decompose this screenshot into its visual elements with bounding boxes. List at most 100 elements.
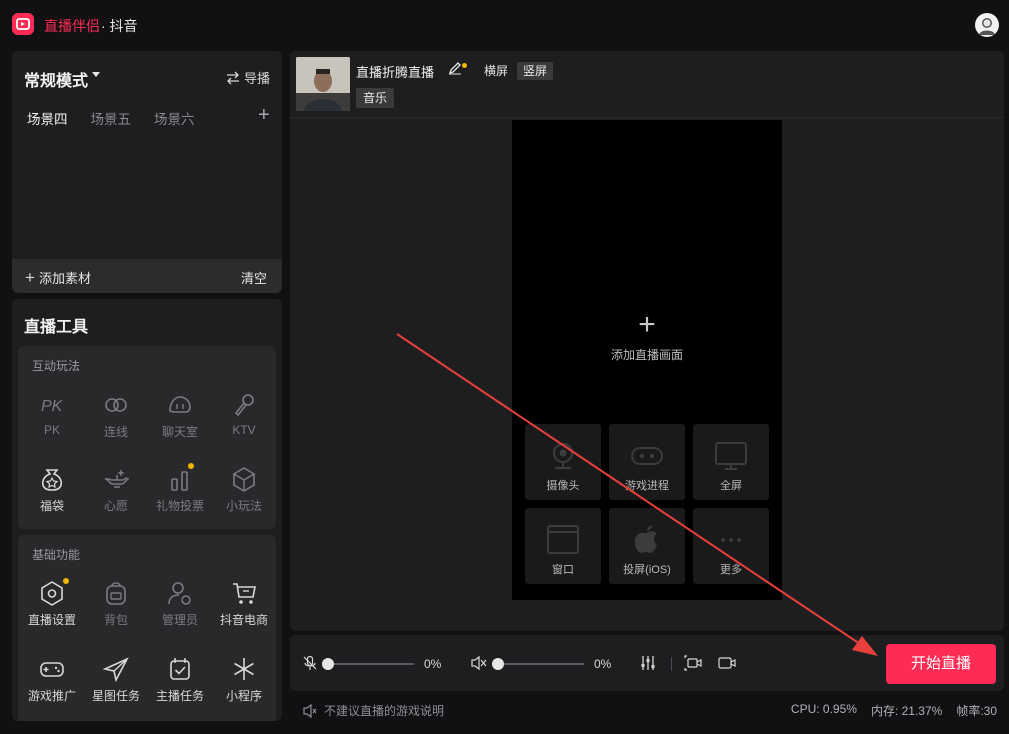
tool-chatroom[interactable]: 聊天室 <box>148 391 212 440</box>
tool-star-task[interactable]: 星图任务 <box>84 655 148 704</box>
basic-group: 基础功能 直播设置 背包 管理员 抖音电商 游戏推广 星图任务 主播任务 小程序 <box>18 535 276 721</box>
guide-button[interactable]: 导播 <box>226 68 270 87</box>
speaker-volume-slider[interactable] <box>492 658 584 670</box>
scene-panel: 常规模式 导播 场景四 场景五 场景六 + + 添加素材 清空 <box>12 51 282 293</box>
mode-selector[interactable]: 常规模式 <box>24 67 88 91</box>
equalizer-icon[interactable] <box>640 655 656 674</box>
platform-name: · 抖音 <box>101 18 138 34</box>
add-scene-button[interactable]: + <box>258 105 270 125</box>
source-camera[interactable]: 摄像头 <box>525 424 601 500</box>
tool-ktv[interactable]: KTV <box>212 391 276 437</box>
tool-live-settings[interactable]: 直播设置 <box>20 578 84 628</box>
user-settings-icon <box>166 579 194 607</box>
tab-scene-6[interactable]: 场景六 <box>154 108 195 128</box>
add-screen-label: 添加直播画面 <box>610 348 683 362</box>
guide-label: 导播 <box>244 71 271 86</box>
gamepad-icon <box>38 655 66 683</box>
control-bar: 0% 0% 开始直播 <box>290 635 1004 691</box>
shopping-cart-icon <box>230 579 258 607</box>
speaker-muted-icon[interactable] <box>470 655 488 674</box>
mic-muted-icon[interactable] <box>302 655 318 674</box>
source-fullscreen[interactable]: 全屏 <box>693 424 769 500</box>
svg-text:PK: PK <box>41 398 64 415</box>
status-bar: 不建议直播的游戏说明 CPU: 0.95% 内存: 21.37% 帧率:30 <box>290 696 1009 722</box>
link-icon <box>102 391 130 419</box>
add-material-button[interactable]: + 添加素材 <box>25 268 91 287</box>
source-game-process[interactable]: 游戏进程 <box>609 424 685 500</box>
more-icon <box>713 522 749 558</box>
window-icon <box>545 522 581 558</box>
preview-panel: 直播折腾直播 横屏 竖屏 音乐 + 添加直播画面 摄像头 游戏进程 全屏 窗口 <box>290 51 1004 631</box>
add-screen-button[interactable]: + 添加直播画面 <box>512 310 782 363</box>
music-tag[interactable]: 音乐 <box>356 88 395 108</box>
edit-icon[interactable] <box>448 61 462 78</box>
new-badge <box>188 463 194 469</box>
plus-icon: + <box>25 267 35 287</box>
new-badge <box>63 578 69 584</box>
lucky-bag-icon <box>38 465 66 493</box>
scene-tabs: 场景四 场景五 场景六 <box>27 108 195 128</box>
divider <box>290 117 1004 118</box>
tool-host-task[interactable]: 主播任务 <box>148 655 212 704</box>
monitor-icon <box>713 438 749 474</box>
tool-pk[interactable]: PK PK <box>20 391 84 437</box>
landscape-button[interactable]: 横屏 <box>478 62 514 80</box>
game-notice-label: 不建议直播的游戏说明 <box>324 704 445 718</box>
tool-ecommerce[interactable]: 抖音电商 <box>212 579 276 628</box>
cube-icon <box>230 465 258 493</box>
chevron-down-icon[interactable] <box>92 72 100 77</box>
title-bar: 直播伴侣 · 抖音 <box>0 0 1009 48</box>
tool-wish[interactable]: 心愿 <box>84 465 148 514</box>
memory-usage: 内存: 21.37% <box>870 704 943 718</box>
stream-title: 直播折腾直播 <box>356 65 435 80</box>
stream-cover-thumbnail[interactable] <box>296 57 350 111</box>
microphone-icon <box>230 391 258 419</box>
group-title: 基础功能 <box>32 548 81 562</box>
clear-button[interactable]: 清空 <box>241 268 267 287</box>
slider-handle[interactable] <box>322 658 334 670</box>
tools-title: 直播工具 <box>24 319 89 336</box>
tool-game-promo[interactable]: 游戏推广 <box>20 655 84 704</box>
gamepad-icon <box>629 438 665 474</box>
tool-lucky-bag[interactable]: 福袋 <box>20 465 84 514</box>
apple-icon <box>629 522 665 558</box>
video-camera-icon[interactable] <box>717 655 737 674</box>
performance-stats: CPU: 0.95% 内存: 21.37% 帧率:30 <box>791 702 997 719</box>
swap-icon <box>227 71 239 84</box>
tool-backpack[interactable]: 背包 <box>84 579 148 628</box>
source-more[interactable]: 更多 <box>693 508 769 584</box>
app-logo-icon <box>12 13 34 35</box>
notification-dot <box>462 63 467 68</box>
source-window[interactable]: 窗口 <box>525 508 601 584</box>
cpu-usage: CPU: 0.95% <box>790 702 857 716</box>
source-ios-cast[interactable]: 投屏(iOS) <box>609 508 685 584</box>
mic-volume-value: 0% <box>424 657 442 671</box>
tool-mini-game[interactable]: 小玩法 <box>212 465 276 514</box>
tool-connect[interactable]: 连线 <box>84 391 148 440</box>
live-canvas[interactable]: + 添加直播画面 摄像头 游戏进程 全屏 窗口 投屏(iOS) 更多 <box>512 120 782 600</box>
asterisk-icon <box>230 655 258 683</box>
frame-rate: 帧率:30 <box>956 704 997 718</box>
screen-record-icon[interactable] <box>683 655 703 674</box>
game-notice-link[interactable]: 不建议直播的游戏说明 <box>302 702 444 719</box>
start-live-button[interactable]: 开始直播 <box>886 644 996 684</box>
add-material-label: 添加素材 <box>38 271 91 286</box>
mic-volume-slider[interactable] <box>322 658 414 670</box>
paper-plane-icon <box>102 655 130 683</box>
slider-handle[interactable] <box>492 658 504 670</box>
bar-chart-icon <box>166 463 194 493</box>
pk-icon: PK <box>38 391 66 419</box>
tool-admin[interactable]: 管理员 <box>148 579 212 628</box>
lamp-icon <box>102 465 130 493</box>
tool-mini-program[interactable]: 小程序 <box>212 655 276 704</box>
speaker-icon <box>303 703 317 718</box>
tab-scene-4[interactable]: 场景四 <box>27 108 68 128</box>
calendar-check-icon <box>166 655 194 683</box>
settings-hexagon-icon <box>38 578 69 607</box>
speaker-volume-value: 0% <box>594 657 612 671</box>
user-avatar[interactable] <box>975 13 999 37</box>
interactive-group: 互动玩法 PK PK 连线 聊天室 KTV 福袋 心愿 礼物投票 小玩法 <box>18 346 276 529</box>
portrait-button[interactable]: 竖屏 <box>517 62 554 80</box>
tool-gift-vote[interactable]: 礼物投票 <box>148 463 212 514</box>
tab-scene-5[interactable]: 场景五 <box>91 108 132 128</box>
